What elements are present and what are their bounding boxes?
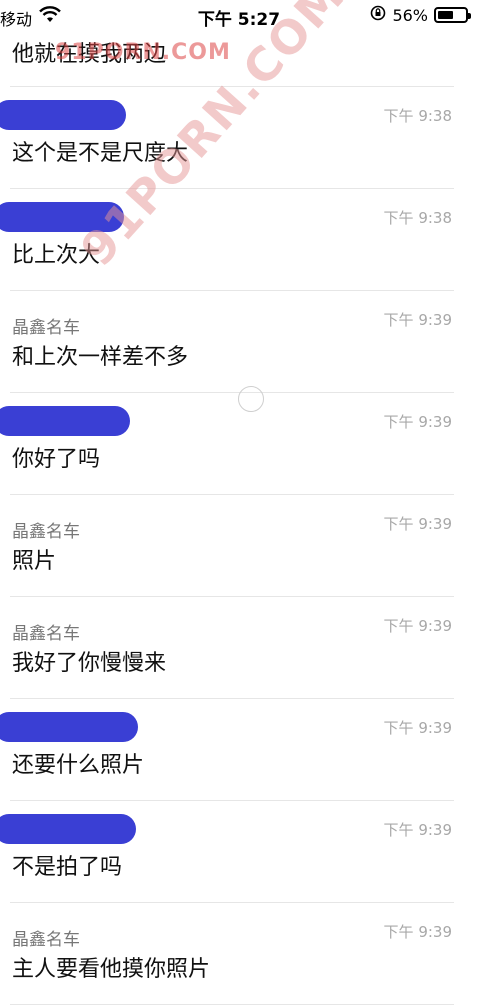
message-text: 你好了吗 xyxy=(12,447,101,472)
message-timestamp: 下午 9:38 xyxy=(383,107,452,125)
message-text-fragment: 他就在摸我两边 xyxy=(12,42,167,67)
redacted-sender-bar xyxy=(0,712,138,742)
message-timestamp: 下午 9:39 xyxy=(383,311,452,329)
redacted-sender-bar xyxy=(0,814,136,844)
message-item[interactable]: 下午 9:38 这个是不是尺度大 xyxy=(0,87,478,189)
message-sender: 晶鑫名车 xyxy=(12,318,80,338)
message-sender: 晶鑫名车 xyxy=(12,624,80,644)
message-item[interactable]: 下午 9:39 还要什么照片 xyxy=(0,699,478,801)
message-text: 这个是不是尺度大 xyxy=(12,141,189,166)
message-text: 主人要看他摸你照片 xyxy=(12,957,211,982)
redacted-sender-bar xyxy=(0,406,130,436)
battery-fill xyxy=(438,11,453,19)
loading-indicator-icon xyxy=(238,386,264,412)
message-text: 和上次一样差不多 xyxy=(12,345,189,370)
message-sender: 晶鑫名车 xyxy=(12,522,80,542)
message-text: 不是拍了吗 xyxy=(12,855,123,880)
message-item[interactable]: 晶鑫名车 下午 9:39 主人要看他摸你照片 xyxy=(0,903,478,1005)
message-text: 我好了你慢慢来 xyxy=(12,651,167,676)
orientation-lock-icon xyxy=(370,5,386,25)
message-item[interactable]: 下午 9:39 不是拍了吗 xyxy=(0,801,478,903)
message-text: 比上次大 xyxy=(12,243,101,268)
message-text: 还要什么照片 xyxy=(12,753,145,778)
message-item[interactable]: 晶鑫名车 下午 9:39 我好了你慢慢来 xyxy=(0,597,478,699)
message-timestamp: 下午 9:39 xyxy=(383,413,452,431)
message-timestamp: 下午 9:39 xyxy=(383,821,452,839)
message-item[interactable]: 晶鑫名车 下午 9:39 和上次一样差不多 xyxy=(0,291,478,393)
status-bar: 移动 下午 5:27 56% xyxy=(0,0,478,32)
message-timestamp: 下午 9:39 xyxy=(383,923,452,941)
message-sender: 晶鑫名车 xyxy=(12,930,80,950)
message-timestamp: 下午 9:38 xyxy=(383,209,452,227)
message-item[interactable]: 晶鑫名车 下午 9:39 照片 xyxy=(0,495,478,597)
battery-percent: 56% xyxy=(392,5,428,25)
redacted-sender-bar xyxy=(0,100,126,130)
message-text: 照片 xyxy=(12,549,57,574)
message-timestamp: 下午 9:39 xyxy=(383,719,452,737)
message-item[interactable]: 下午 9:39 你好了吗 xyxy=(0,393,478,495)
redacted-sender-bar xyxy=(0,202,124,232)
message-timestamp: 下午 9:39 xyxy=(383,617,452,635)
message-item[interactable]: 下午 9:38 比上次大 xyxy=(0,189,478,291)
battery-icon xyxy=(434,7,471,23)
message-timestamp: 下午 9:39 xyxy=(383,515,452,533)
